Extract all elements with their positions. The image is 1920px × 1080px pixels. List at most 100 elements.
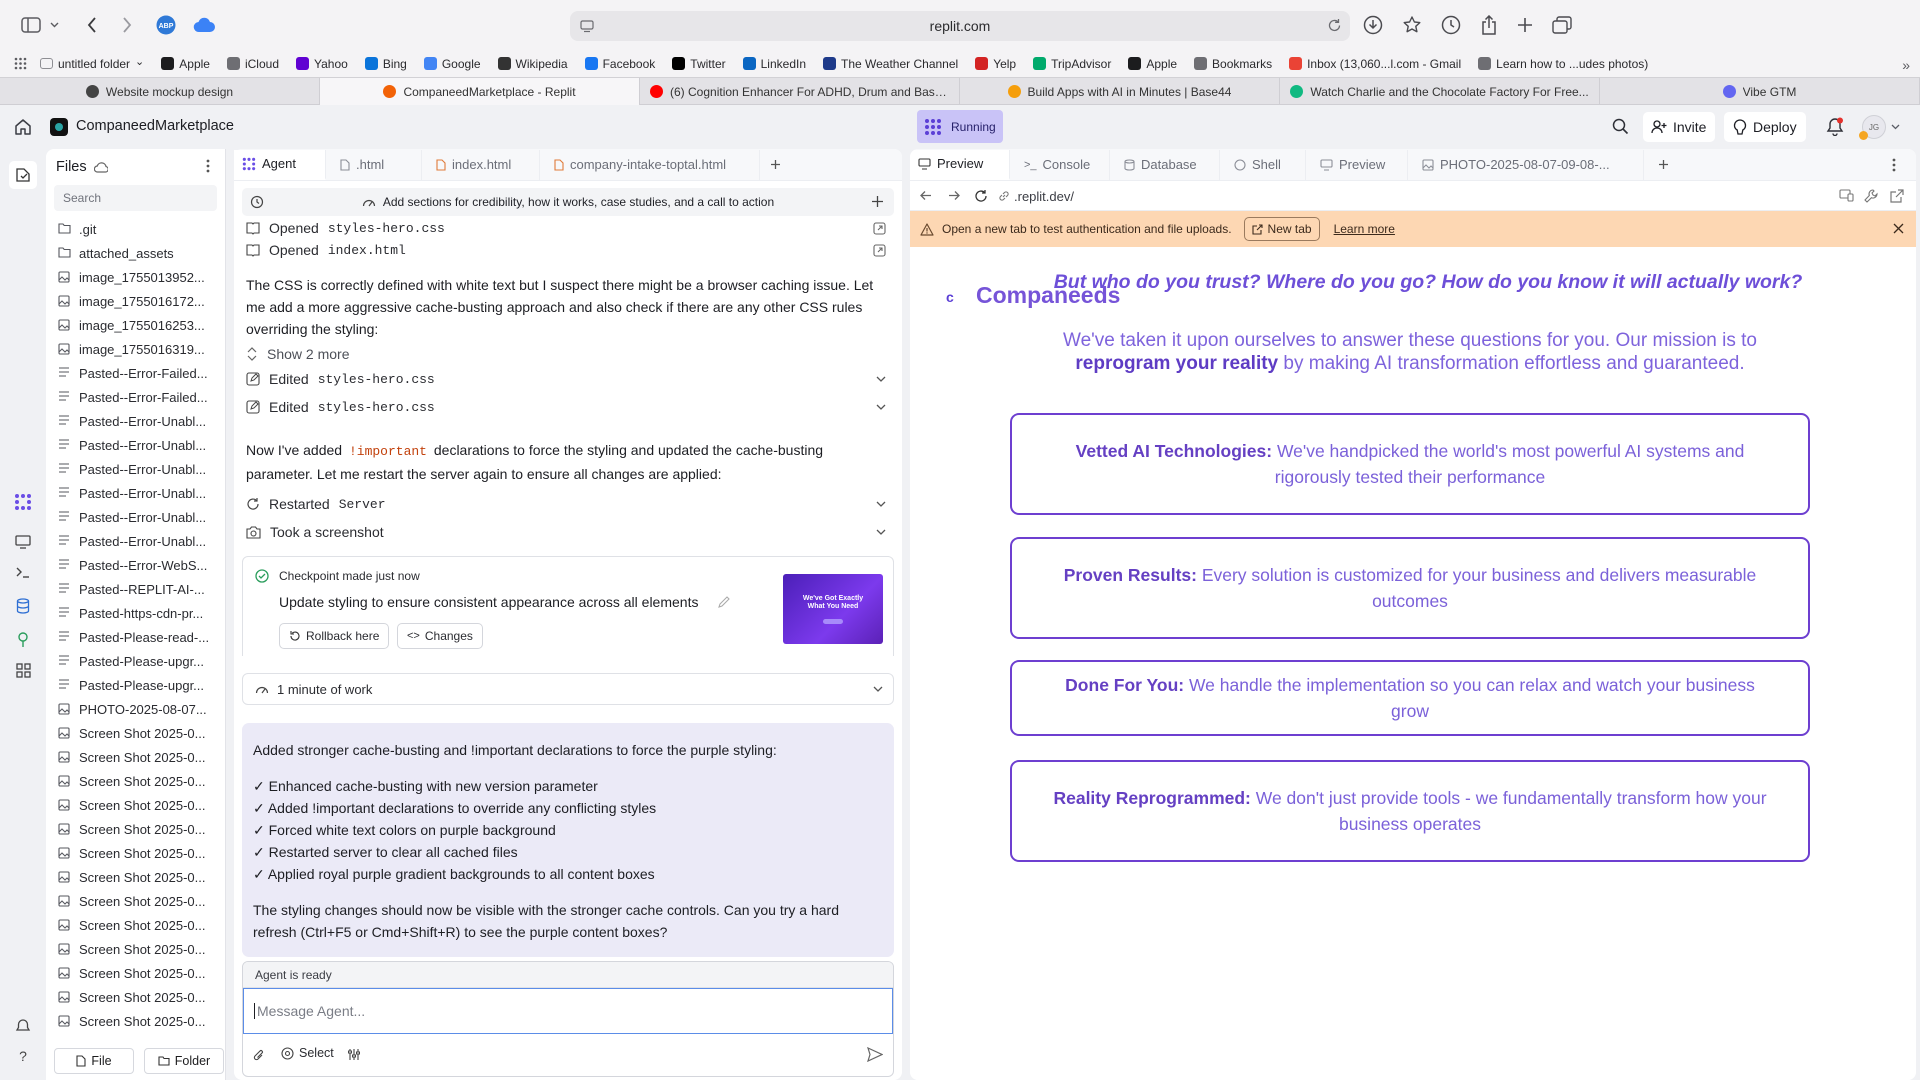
file-item[interactable]: Screen Shot 2025-0... — [46, 793, 225, 817]
new-chat-icon[interactable] — [871, 195, 884, 208]
back-icon[interactable] — [80, 13, 104, 37]
notifications-icon[interactable] — [1826, 117, 1844, 136]
file-item[interactable]: Screen Shot 2025-0... — [46, 889, 225, 913]
tab-photo[interactable]: PHOTO-2025-08-07-09-08-... — [1408, 149, 1644, 180]
agent-tool-icon[interactable] — [12, 491, 34, 513]
open-link-icon[interactable] — [873, 243, 886, 257]
file-item[interactable]: Pasted--Error-Failed... — [46, 385, 225, 409]
tab-html[interactable]: .html — [326, 149, 422, 180]
invite-button[interactable]: Invite — [1643, 112, 1715, 142]
bookmark-star-icon[interactable] — [1400, 13, 1424, 37]
page-menu-icon[interactable] — [580, 19, 594, 33]
favorite-link[interactable]: Bookmarks — [1194, 57, 1272, 71]
tab-agent[interactable]: Agent — [234, 149, 326, 180]
file-item[interactable]: Pasted--Error-Unabl... — [46, 529, 225, 553]
message-input[interactable]: Message Agent... — [243, 988, 893, 1034]
favorites-folder[interactable]: untitled folder ⌄ — [40, 56, 144, 71]
file-item[interactable]: Screen Shot 2025-0... — [46, 769, 225, 793]
file-item[interactable]: Screen Shot 2025-0... — [46, 721, 225, 745]
devtools-icon[interactable] — [1864, 189, 1878, 203]
preview-url-input[interactable]: .replit.dev/ — [998, 186, 1798, 206]
search-icon[interactable] — [1612, 118, 1629, 135]
tab-preview-2[interactable]: Preview — [1306, 149, 1408, 180]
learn-more-link[interactable]: Learn more — [1334, 222, 1395, 236]
tab-overview-icon[interactable] — [1550, 13, 1574, 37]
favorite-link[interactable]: Twitter — [672, 57, 726, 71]
file-item[interactable]: image_1755013952... — [46, 265, 225, 289]
favorite-link[interactable]: Bing — [364, 57, 407, 71]
preview-tool-icon[interactable] — [12, 531, 34, 553]
apps-grid-icon[interactable] — [14, 57, 27, 70]
chevron-down-icon[interactable] — [873, 686, 883, 692]
file-item[interactable]: image_1755016319... — [46, 337, 225, 361]
more-favorites-icon[interactable]: » — [1902, 57, 1910, 73]
file-item[interactable]: Screen Shot 2025-0... — [46, 913, 225, 937]
favorite-link[interactable]: Facebook — [584, 57, 655, 71]
file-item[interactable]: Screen Shot 2025-0... — [46, 745, 225, 769]
rollback-button[interactable]: Rollback here — [279, 623, 390, 649]
favorite-link[interactable]: Inbox (13,060...l.com - Gmail — [1289, 57, 1461, 71]
file-item[interactable]: Screen Shot 2025-0... — [46, 817, 225, 841]
home-icon[interactable] — [14, 118, 32, 136]
tab-database[interactable]: Database — [1110, 149, 1220, 180]
sidebar-toggle-icon[interactable] — [19, 13, 43, 37]
file-item[interactable]: Screen Shot 2025-0... — [46, 865, 225, 889]
select-element-button[interactable]: Select — [281, 1046, 334, 1060]
checkpoint-thumbnail[interactable]: We've Got Exactly What You Need — [783, 574, 883, 644]
browser-tab[interactable]: Build Apps with AI in Minutes | Base44 — [960, 78, 1280, 105]
file-item[interactable]: Pasted--Error-Unabl... — [46, 433, 225, 457]
open-new-window-icon[interactable] — [1890, 189, 1904, 203]
file-item[interactable]: Pasted--Error-WebS... — [46, 553, 225, 577]
file-item[interactable]: Pasted--Error-Failed... — [46, 361, 225, 385]
preview-menu-icon[interactable] — [1892, 158, 1896, 172]
preview-forward-icon[interactable] — [948, 190, 960, 201]
new-tab-button[interactable]: New tab — [1243, 217, 1320, 241]
file-item[interactable]: Pasted--Error-Unabl... — [46, 409, 225, 433]
address-bar[interactable]: replit.com — [570, 11, 1350, 41]
opened-file-action[interactable]: Opened index.html — [234, 236, 894, 264]
favorite-link[interactable]: Google — [423, 57, 481, 71]
chevron-down-icon[interactable] — [876, 529, 886, 535]
open-link-icon[interactable] — [873, 221, 886, 235]
new-tab-icon[interactable] — [1513, 13, 1537, 37]
alerts-tool-icon[interactable] — [12, 1015, 34, 1037]
file-item[interactable]: Screen Shot 2025-0... — [46, 961, 225, 985]
integrations-tool-icon[interactable] — [12, 629, 34, 651]
forward-icon[interactable] — [115, 13, 139, 37]
favorite-link[interactable]: LinkedIn — [742, 57, 806, 71]
file-item[interactable]: PHOTO-2025-08-07... — [46, 697, 225, 721]
adblock-extension-icon[interactable]: ABP — [154, 13, 178, 37]
file-item[interactable]: Screen Shot 2025-0... — [46, 841, 225, 865]
file-item[interactable]: Pasted-Please-upgr... — [46, 673, 225, 697]
favorite-link[interactable]: iCloud — [226, 57, 279, 71]
file-item[interactable]: Screen Shot 2025-0... — [46, 985, 225, 1009]
history-icon[interactable] — [250, 195, 264, 209]
run-status[interactable]: Running — [917, 110, 1003, 143]
help-icon[interactable]: ? — [12, 1045, 34, 1067]
chevron-down-icon[interactable] — [876, 376, 886, 382]
file-item[interactable]: Pasted--Error-Unabl... — [46, 481, 225, 505]
tab-company-intake[interactable]: company-intake-toptal.html — [540, 149, 760, 180]
all-tools-icon[interactable] — [12, 659, 34, 681]
database-tool-icon[interactable] — [12, 595, 34, 617]
edit-checkpoint-icon[interactable] — [717, 595, 731, 609]
file-item[interactable]: Pasted--REPLIT-AI-... — [46, 577, 225, 601]
send-icon[interactable] — [867, 1047, 883, 1062]
add-tab-icon[interactable] — [760, 159, 781, 170]
file-item[interactable]: image_1755016253... — [46, 313, 225, 337]
add-tab-icon[interactable] — [1644, 159, 1669, 170]
tab-preview[interactable]: Preview — [910, 149, 1010, 180]
preview-back-icon[interactable] — [920, 190, 932, 201]
tab-shell[interactable]: Shell — [1220, 149, 1306, 180]
tab-console[interactable]: >_ Console — [1010, 149, 1110, 180]
work-summary-row[interactable]: 1 minute of work — [242, 673, 894, 705]
favorite-link[interactable]: Yahoo — [296, 57, 348, 71]
chevron-down-icon[interactable] — [876, 404, 886, 410]
edited-file-action[interactable]: Edited styles-hero.css — [234, 365, 894, 393]
history-icon[interactable] — [1439, 13, 1463, 37]
folder-item[interactable]: attached_assets — [46, 241, 225, 265]
settings-sliders-icon[interactable] — [347, 1048, 361, 1061]
browser-tab[interactable]: (6) Cognition Enhancer For ADHD, Drum an… — [640, 78, 960, 105]
show-more-button[interactable]: Show 2 more — [234, 340, 894, 368]
files-tool-icon[interactable] — [9, 161, 37, 189]
